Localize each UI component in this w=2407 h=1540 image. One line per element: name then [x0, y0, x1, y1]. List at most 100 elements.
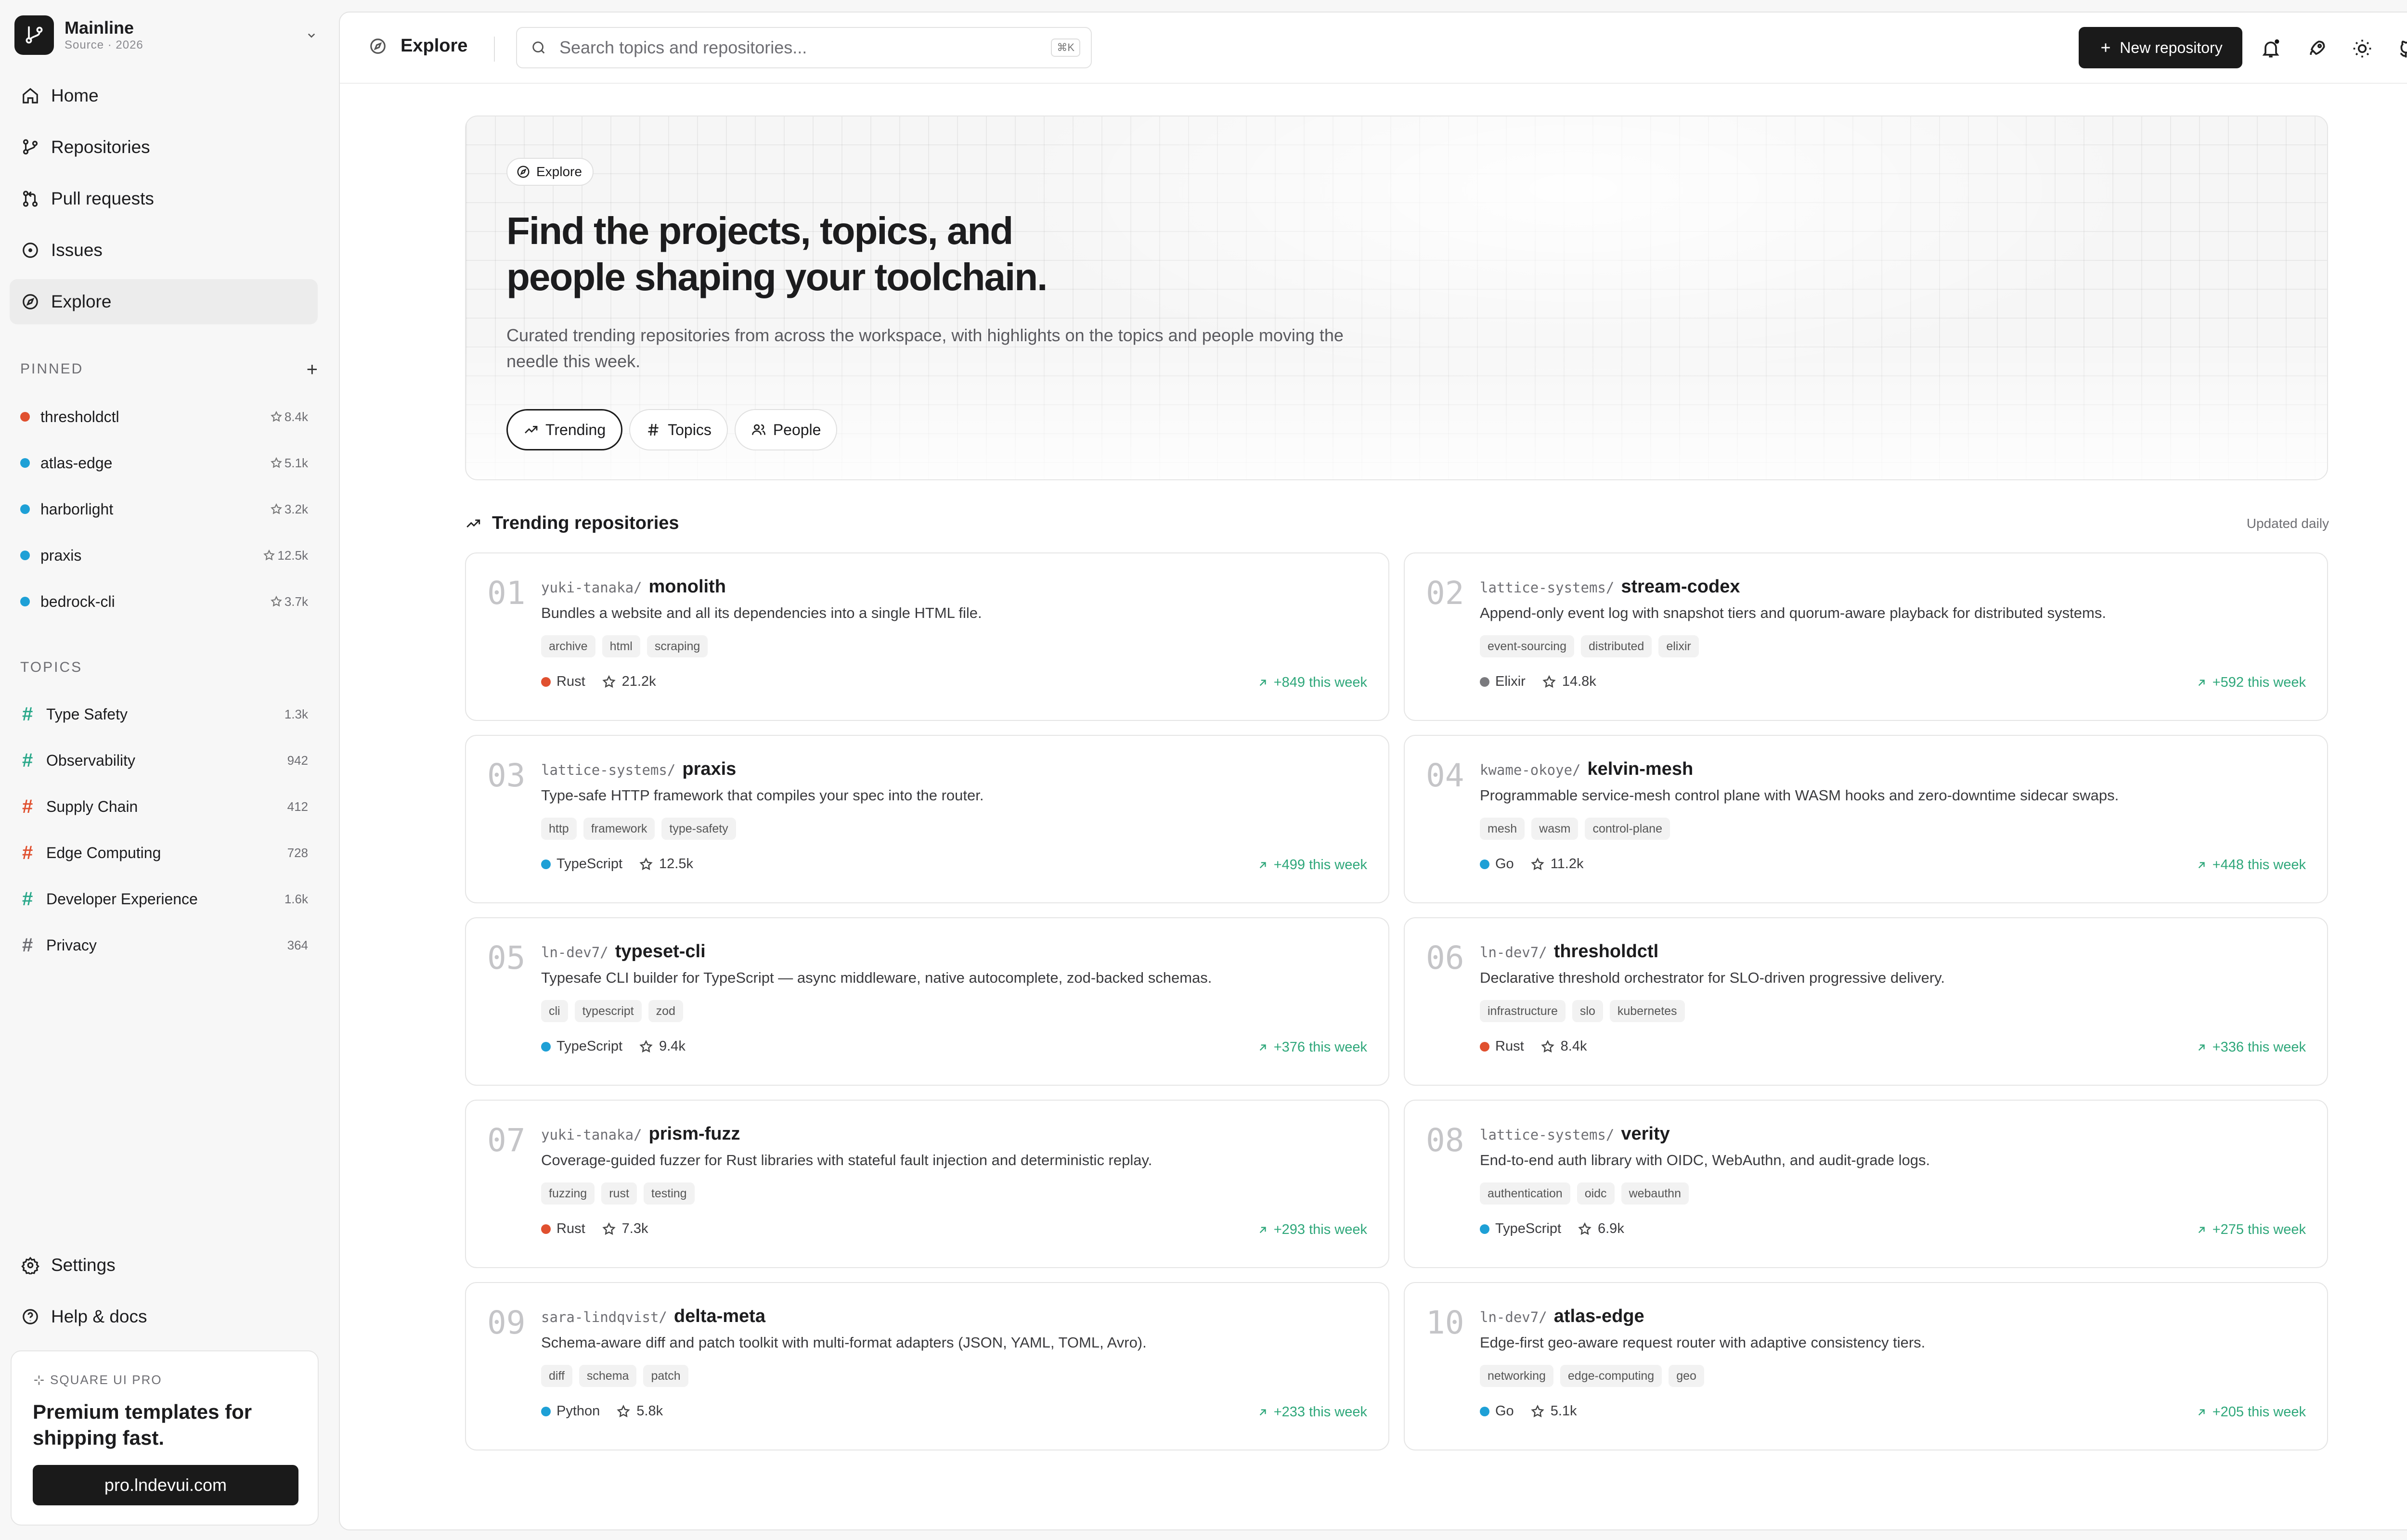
repo-tag[interactable]: rust — [601, 1182, 637, 1205]
search-box[interactable]: ⌘K — [516, 27, 1092, 68]
repo-tag[interactable]: typescript — [574, 1000, 642, 1022]
repo-name[interactable]: prism-fuzz — [649, 1124, 740, 1144]
repo-tag[interactable]: type-safety — [661, 818, 736, 840]
repo-tag[interactable]: control-plane — [1585, 818, 1670, 840]
launch-button[interactable] — [2304, 36, 2330, 62]
add-pinned-button[interactable]: + — [307, 360, 318, 379]
repo-owner[interactable]: ln-dev7/ — [1480, 1309, 1547, 1325]
topic-item[interactable]: # Edge Computing 728 — [10, 830, 318, 876]
compass-icon — [369, 37, 387, 55]
repo-tag[interactable]: cli — [541, 1000, 568, 1022]
repo-tag[interactable]: schema — [579, 1365, 637, 1387]
pinned-item[interactable]: praxis 12.5k — [10, 532, 318, 578]
repo-tag[interactable]: patch — [643, 1365, 688, 1387]
language-dot — [541, 859, 551, 869]
repo-tag[interactable]: webauthn — [1621, 1182, 1689, 1205]
repo-tag[interactable]: framework — [583, 818, 655, 840]
language-dot — [1480, 1224, 1489, 1234]
repo-tag[interactable]: fuzzing — [541, 1182, 595, 1205]
repo-owner[interactable]: sara-lindqvist/ — [541, 1309, 667, 1325]
pinned-item[interactable]: thresholdctl 8.4k — [10, 394, 318, 440]
repo-tag[interactable]: authentication — [1480, 1182, 1570, 1205]
nav-pull-requests[interactable]: Pull requests — [10, 176, 318, 221]
repo-tag[interactable]: archive — [541, 635, 595, 657]
repo-tag[interactable]: elixir — [1658, 635, 1699, 657]
repo-card[interactable]: 10 ln-dev7/atlas-edge Edge-first geo-aware… — [1404, 1282, 2328, 1450]
repo-language: TypeScript — [1495, 1221, 1561, 1236]
tab-people[interactable]: People — [734, 409, 838, 450]
pinned-item[interactable]: atlas-edge 5.1k — [10, 440, 318, 486]
repo-card[interactable]: 02 lattice-systems/stream-codex Append-onl… — [1404, 552, 2328, 721]
repo-tag[interactable]: oidc — [1577, 1182, 1615, 1205]
repo-tag[interactable]: testing — [643, 1182, 695, 1205]
repo-tag[interactable]: zod — [648, 1000, 683, 1022]
tab-topics[interactable]: Topics — [629, 409, 728, 450]
repo-tag[interactable]: http — [541, 818, 577, 840]
search-input[interactable] — [559, 38, 1031, 58]
repo-tag[interactable]: wasm — [1531, 818, 1579, 840]
repo-card[interactable]: 06 ln-dev7/thresholdctl Declarative thresh… — [1404, 917, 2328, 1086]
repo-tag[interactable]: diff — [541, 1365, 572, 1387]
promo-link-button[interactable]: pro.lndevui.com — [33, 1465, 298, 1505]
nav-repositories[interactable]: Repositories — [10, 125, 318, 170]
repo-tag[interactable]: event-sourcing — [1480, 635, 1574, 657]
nav-explore[interactable]: Explore — [10, 279, 318, 324]
repo-card[interactable]: 09 sara-lindqvist/delta-meta Schema-aware … — [465, 1282, 1389, 1450]
nav-settings[interactable]: Settings — [10, 1243, 318, 1288]
repo-name[interactable]: atlas-edge — [1554, 1306, 1644, 1327]
workspace-switcher[interactable]: Mainline Source · 2026 — [14, 13, 323, 57]
repo-card[interactable]: 04 kwame-okoye/kelvin-mesh Programmable se… — [1404, 735, 2328, 903]
repo-name[interactable]: verity — [1621, 1124, 1669, 1144]
repo-tag[interactable]: scraping — [647, 635, 708, 657]
repo-tag[interactable]: distributed — [1580, 635, 1652, 657]
repo-name[interactable]: typeset-cli — [615, 941, 706, 962]
repo-name[interactable]: delta-meta — [674, 1306, 765, 1327]
notifications-button[interactable] — [2258, 36, 2284, 62]
repo-owner[interactable]: ln-dev7/ — [541, 944, 608, 961]
repo-owner[interactable]: yuki-tanaka/ — [541, 579, 642, 596]
repo-card[interactable]: 03 lattice-systems/praxis Type-safe HTTP f… — [465, 735, 1389, 903]
repo-owner[interactable]: lattice-systems/ — [541, 762, 675, 778]
repo-tag[interactable]: geo — [1669, 1365, 1704, 1387]
nav-help-docs[interactable]: Help & docs — [10, 1294, 318, 1339]
repo-name[interactable]: thresholdctl — [1554, 941, 1658, 962]
rocket-icon — [2306, 38, 2328, 59]
topic-item[interactable]: # Developer Experience 1.6k — [10, 876, 318, 922]
repo-owner[interactable]: yuki-tanaka/ — [541, 1127, 642, 1143]
repo-name[interactable]: praxis — [682, 759, 736, 780]
nav-issues[interactable]: Issues — [10, 228, 318, 273]
repo-name[interactable]: kelvin-mesh — [1588, 759, 1694, 780]
theme-toggle-button[interactable] — [2349, 36, 2375, 62]
topic-item[interactable]: # Supply Chain 412 — [10, 783, 318, 830]
repo-tag[interactable]: networking — [1480, 1365, 1553, 1387]
topic-item[interactable]: # Type Safety 1.3k — [10, 691, 318, 737]
topic-item[interactable]: # Privacy 364 — [10, 922, 318, 968]
new-repository-button[interactable]: New repository — [2079, 27, 2242, 68]
language-dot — [1480, 859, 1489, 869]
topic-item[interactable]: # Observability 942 — [10, 737, 318, 783]
nav-home[interactable]: Home — [10, 73, 318, 118]
repo-tag[interactable]: edge-computing — [1560, 1365, 1662, 1387]
gain-text: +499 this week — [1273, 857, 1367, 873]
pinned-item[interactable]: bedrock-cli 3.7k — [10, 578, 318, 625]
repo-tag[interactable]: infrastructure — [1480, 1000, 1566, 1022]
repo-card[interactable]: 07 yuki-tanaka/prism-fuzz Coverage-guided … — [465, 1100, 1389, 1268]
star-count: 5.1k — [1550, 1403, 1577, 1419]
repo-owner[interactable]: ln-dev7/ — [1480, 944, 1547, 961]
repo-tag[interactable]: kubernetes — [1609, 1000, 1685, 1022]
repo-owner[interactable]: lattice-systems/ — [1480, 579, 1614, 596]
repo-card[interactable]: 05 ln-dev7/typeset-cli Typesafe CLI builde… — [465, 917, 1389, 1086]
repo-tag[interactable]: mesh — [1480, 818, 1525, 840]
repo-tag[interactable]: html — [602, 635, 640, 657]
pinned-item[interactable]: harborlight 3.2k — [10, 486, 318, 532]
repo-card[interactable]: 08 lattice-systems/verity End-to-end auth … — [1404, 1100, 2328, 1268]
hero-title-line: Find the projects, topics, and — [506, 209, 1013, 252]
repo-owner[interactable]: kwame-okoye/ — [1480, 762, 1581, 778]
repo-name[interactable]: stream-codex — [1621, 577, 1740, 597]
github-button[interactable] — [2395, 36, 2407, 62]
repo-tag[interactable]: slo — [1572, 1000, 1603, 1022]
repo-name[interactable]: monolith — [649, 577, 726, 597]
repo-card[interactable]: 01 yuki-tanaka/monolith Bundles a website … — [465, 552, 1389, 721]
repo-owner[interactable]: lattice-systems/ — [1480, 1127, 1614, 1143]
tab-trending[interactable]: Trending — [506, 409, 623, 450]
